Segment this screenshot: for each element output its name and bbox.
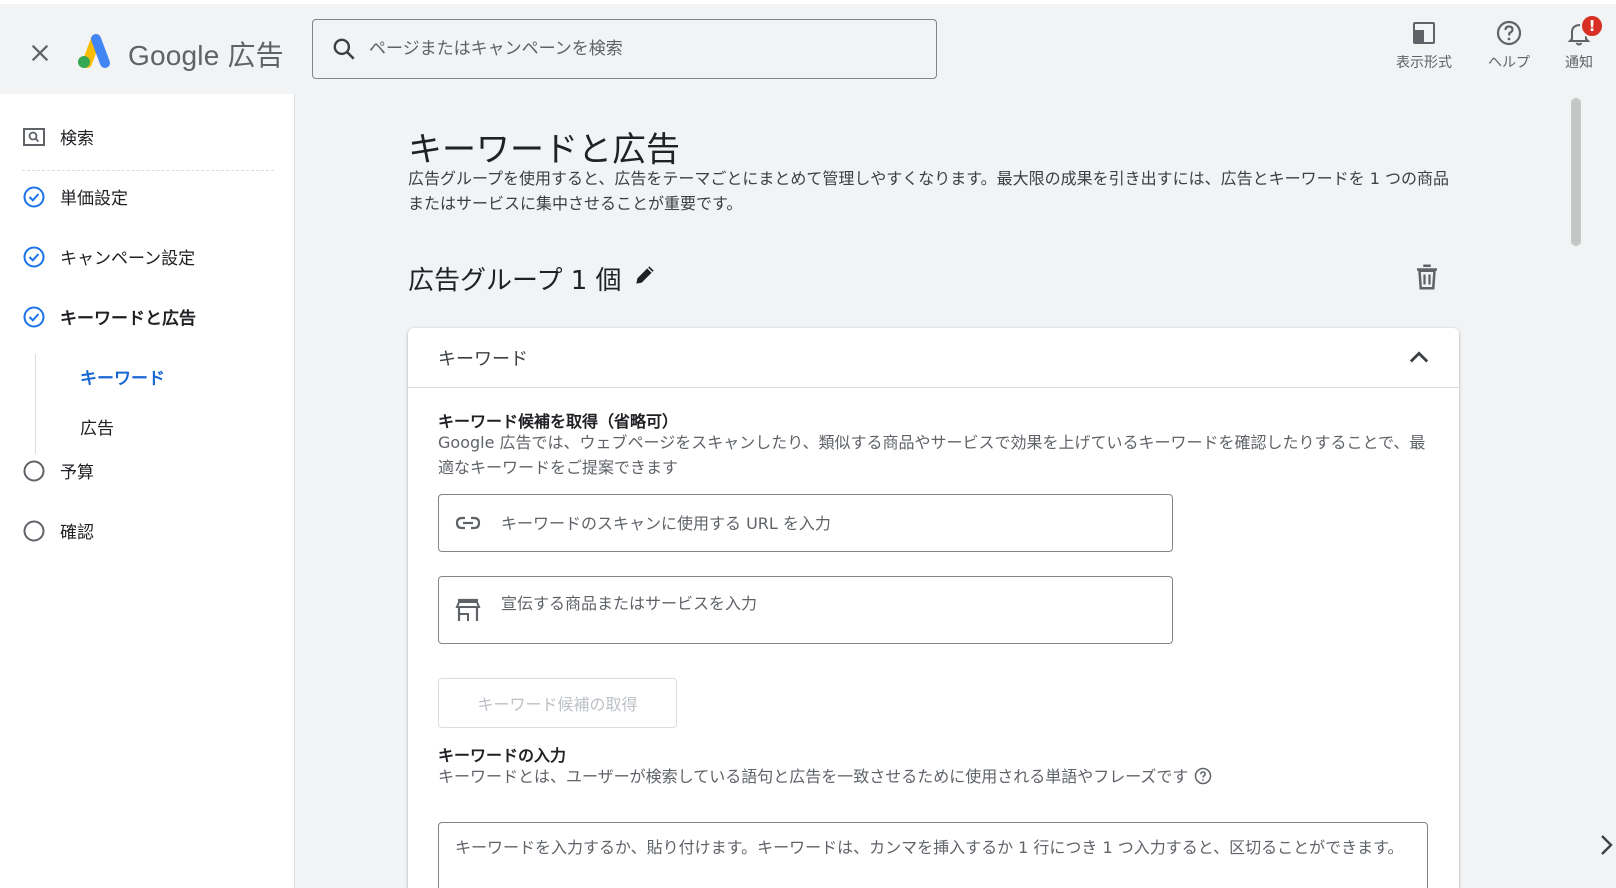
search-icon — [333, 38, 355, 60]
search-page-icon — [23, 127, 45, 146]
sidebar-step-label: 単価設定 — [60, 189, 128, 209]
store-icon — [455, 598, 481, 621]
notifications-label: 通知 — [1565, 55, 1593, 71]
pencil-icon[interactable] — [632, 262, 658, 288]
suggest-title: キーワード候補を取得（省略可） — [438, 412, 679, 431]
sidebar-search[interactable]: 検索 — [22, 124, 94, 149]
sidebar-step-review[interactable]: 確認 — [22, 518, 94, 543]
help-label: ヘルプ — [1488, 55, 1530, 71]
close-icon — [31, 44, 49, 62]
keywords-textarea[interactable] — [438, 822, 1428, 888]
link-icon — [455, 516, 481, 530]
page-title: キーワードと広告 — [408, 130, 680, 170]
sidebar-step-label: 確認 — [60, 523, 94, 543]
help-circle-icon[interactable] — [1194, 767, 1212, 785]
sidebar-search-label: 検索 — [60, 129, 94, 149]
ad-group-title: 広告グループ 1 個 — [408, 266, 622, 296]
appearance-label: 表示形式 — [1396, 55, 1452, 71]
notifications-button[interactable]: ! 通知 — [1564, 14, 1604, 72]
trash-icon[interactable] — [1412, 262, 1442, 292]
chevron-up-icon[interactable] — [1405, 344, 1433, 372]
url-field[interactable] — [438, 494, 1173, 552]
check-circle-icon — [23, 306, 45, 327]
sidebar-subitem-ads[interactable]: 広告 — [80, 414, 114, 439]
keywords-card: キーワード キーワード候補を取得（省略可） Google 広告では、ウェブページ… — [408, 328, 1459, 888]
sidebar-step-keywords-ads[interactable]: キーワードと広告 — [22, 304, 196, 329]
keyword-input-description: キーワードとは、ユーザーが検索している語句と広告を一致させるために使用される単語… — [438, 764, 1428, 789]
get-keywords-button[interactable]: キーワード候補の取得 — [438, 678, 677, 728]
sidebar-step-budget[interactable]: 予算 — [22, 458, 94, 483]
suggest-description: Google 広告では、ウェブページをスキャンしたり、類似する商品やサービスで効… — [438, 433, 1426, 477]
keyword-input-description-text: キーワードとは、ユーザーが検索している語句と広告を一致させるために使用される単語… — [438, 767, 1189, 786]
sidebar-step-label: キーワードと広告 — [60, 309, 196, 329]
sidebar-step-bidding[interactable]: 単価設定 — [22, 184, 128, 209]
notification-badge: ! — [1580, 14, 1604, 38]
scrollbar-thumb[interactable] — [1571, 98, 1581, 246]
check-circle-icon — [23, 246, 45, 267]
sidebar-subitem-keywords[interactable]: キーワード — [80, 364, 165, 389]
search-input[interactable] — [369, 39, 909, 59]
search-box[interactable] — [312, 19, 937, 79]
help-icon — [1496, 20, 1522, 46]
url-input[interactable] — [501, 513, 1141, 533]
product-input[interactable] — [501, 593, 1141, 613]
help-button[interactable]: ヘルプ — [1488, 18, 1530, 72]
page-description: 広告グループを使用すると、広告をテーマごとにまとめて管理しやすくなります。最大限… — [408, 169, 1449, 213]
app-header: Google 広告 表示形式 ヘルプ ! 通知 — [0, 4, 1616, 94]
sub-nav-line — [35, 354, 36, 454]
empty-circle-icon — [23, 460, 45, 481]
appearance-button[interactable]: 表示形式 — [1396, 18, 1452, 72]
empty-circle-icon — [23, 520, 45, 541]
close-button[interactable] — [24, 37, 56, 69]
product-field[interactable] — [438, 576, 1173, 644]
keywords-card-header[interactable]: キーワード — [408, 328, 1459, 388]
chevron-right-icon[interactable] — [1598, 830, 1616, 860]
google-ads-logo-icon — [78, 34, 110, 68]
sidebar-step-label: 予算 — [60, 463, 94, 483]
sidebar-step-campaign-settings[interactable]: キャンペーン設定 — [22, 244, 195, 269]
main-content: キーワードと広告 広告グループを使用すると、広告をテーマごとにまとめて管理しやす… — [296, 94, 1606, 888]
card-header-title: キーワード — [438, 348, 528, 370]
check-circle-icon — [23, 186, 45, 207]
keyword-input-title: キーワードの入力 — [438, 746, 567, 765]
sidebar-divider — [22, 170, 274, 171]
appearance-icon — [1413, 22, 1435, 44]
sidebar-step-label: キャンペーン設定 — [60, 249, 196, 269]
sidebar: 検索 単価設定 キャンペーン設定 キーワードと広告 キーワード 広告 予算 確認 — [0, 94, 295, 888]
brand-name: Google 広告 — [128, 40, 284, 71]
